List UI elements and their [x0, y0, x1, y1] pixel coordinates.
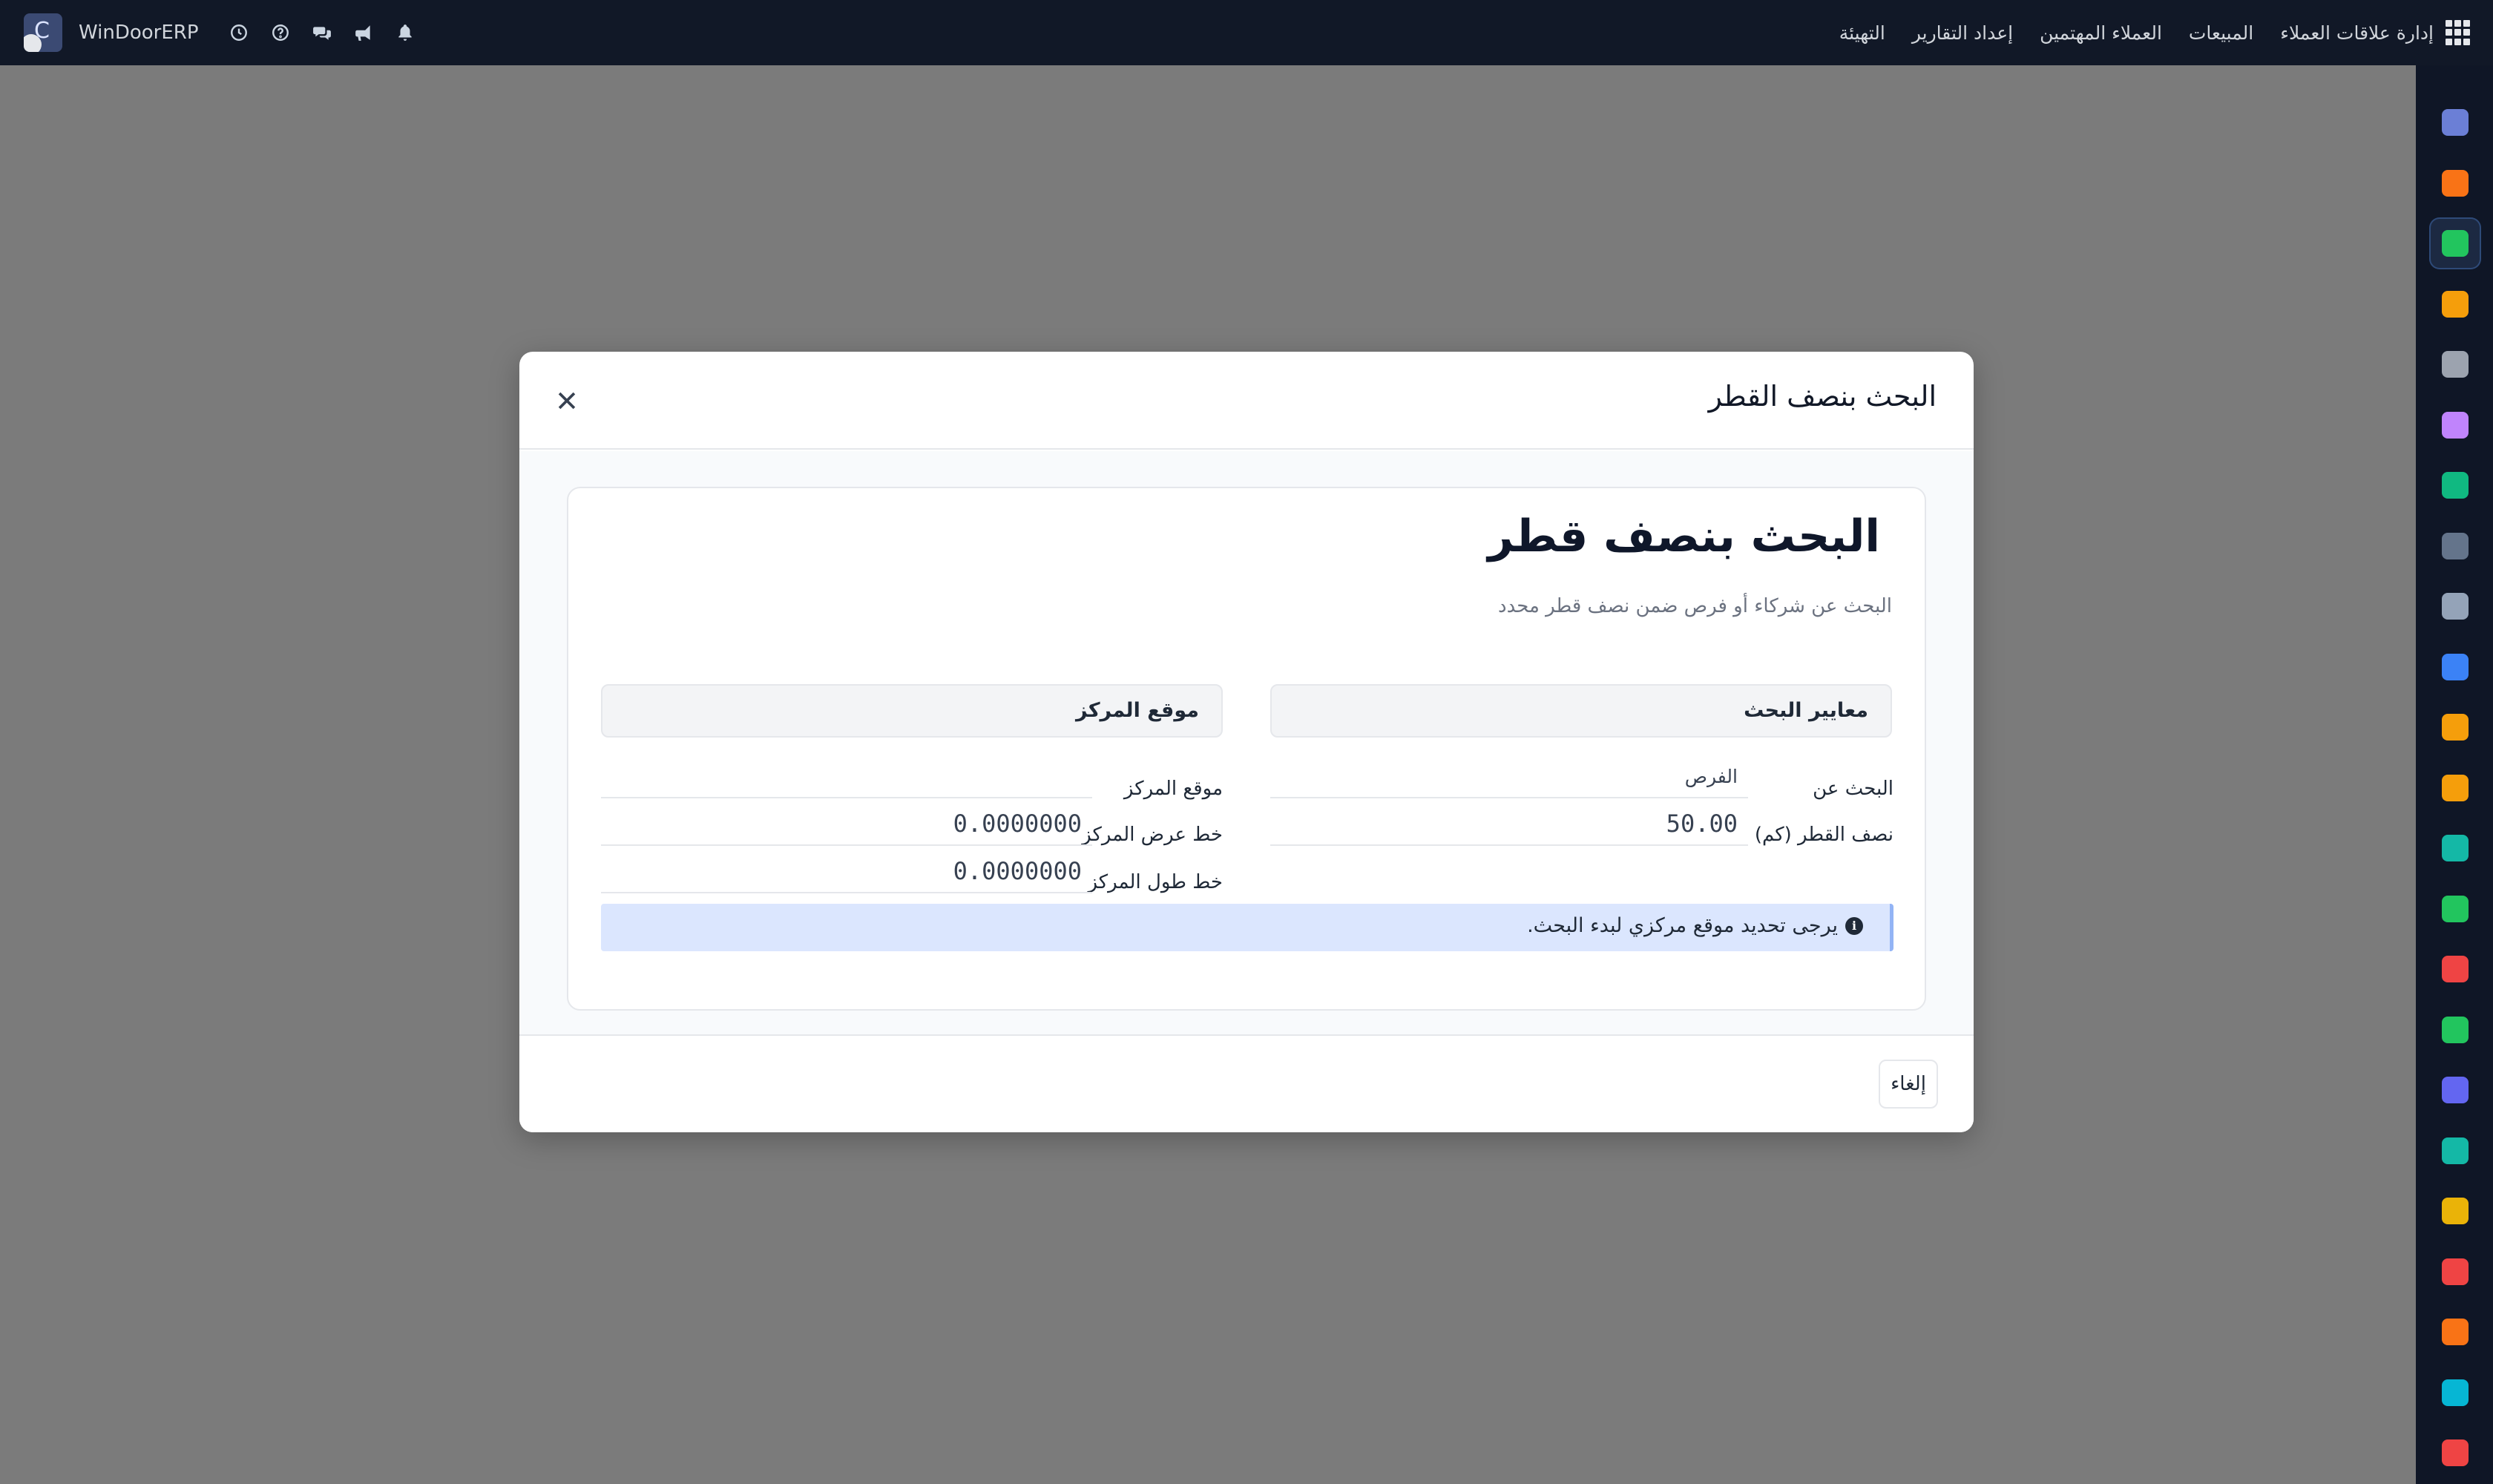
analytics-app-icon — [2442, 1379, 2469, 1406]
alert-text: يرجى تحديد موقع مركزي لبدء البحث. — [1527, 914, 1838, 937]
navbar-menu: إدارة علاقات العملاء المبيعات العملاء ال… — [1813, 0, 2471, 65]
menu-configuration[interactable]: التهيئة — [1839, 22, 1885, 44]
form-title: البحث بنصف قطر — [1488, 510, 1880, 562]
app-sidebar — [2416, 65, 2493, 1484]
megaphone-icon[interactable] — [343, 0, 384, 65]
dashboard-app-button[interactable] — [2429, 943, 2481, 995]
modal-title: البحث بنصف القطر — [1708, 380, 1937, 413]
discuss-app-button[interactable] — [2429, 157, 2481, 209]
tasks-app-icon — [2442, 472, 2469, 499]
modal-footer: إلغاء — [519, 1034, 1974, 1132]
bell-icon[interactable] — [384, 0, 426, 65]
calendar-app-icon — [2442, 774, 2469, 801]
hr-app-icon — [2442, 895, 2469, 922]
cancel-button[interactable]: إلغاء — [1879, 1060, 1938, 1109]
center-section-title: موقع المركز — [1076, 699, 1199, 722]
crm-app-icon — [2442, 230, 2469, 257]
mail-app-button[interactable] — [2429, 96, 2481, 148]
sales-app-icon — [2442, 290, 2469, 318]
documents-app-button[interactable] — [2429, 641, 2481, 693]
center-lat-input[interactable] — [601, 803, 1092, 846]
search-for-value: الفرص — [1684, 765, 1738, 787]
contacts-app-button[interactable] — [2429, 399, 2481, 451]
crm-app-button[interactable] — [2429, 217, 2481, 269]
menu-reporting[interactable]: إعداد التقارير — [1912, 22, 2013, 44]
center-location-input[interactable] — [601, 755, 1092, 798]
radius-input[interactable] — [1270, 803, 1748, 846]
helpdesk-app-button[interactable] — [2429, 520, 2481, 572]
calendar-app-button[interactable] — [2429, 762, 2481, 814]
modal-body: البحث بنصف قطر البحث عن شركاء أو فرص ضمن… — [519, 451, 1974, 1034]
employees-app-icon — [2442, 714, 2469, 741]
whatsapp-app-icon — [2442, 1016, 2469, 1043]
sales-app-button[interactable] — [2429, 278, 2481, 330]
center-section-header: موقع المركز — [601, 684, 1223, 738]
website-app-icon — [2442, 1137, 2469, 1164]
settings-app-icon — [2442, 1439, 2469, 1466]
helpdesk-app-icon — [2442, 532, 2469, 559]
center-lat-label: خط عرض المركز — [1082, 824, 1223, 846]
mail-app-icon — [2442, 109, 2469, 136]
criteria-section-header: معايير البحث — [1270, 684, 1892, 738]
menu-crm[interactable]: إدارة علاقات العملاء — [2280, 22, 2434, 44]
whatsapp-app-button[interactable] — [2429, 1004, 2481, 1056]
top-navbar: C WinDoorERP إدارة علاقات العملاء المبيع… — [0, 0, 2493, 65]
form-subtitle: البحث عن شركاء أو فرص ضمن نصف قطر محدد — [1497, 595, 1892, 617]
navbar-left: C WinDoorERP — [24, 0, 426, 65]
close-icon — [558, 392, 576, 410]
website-app-button[interactable] — [2429, 1125, 2481, 1177]
contacts-app-icon — [2442, 411, 2469, 439]
spreadsheet-app-button[interactable] — [2429, 1246, 2481, 1298]
menu-leads[interactable]: العملاء المهتمين — [2040, 22, 2162, 44]
modal-header: البحث بنصف القطر — [519, 352, 1974, 450]
documents-app-icon — [2442, 653, 2469, 680]
clock-icon[interactable] — [218, 0, 260, 65]
brand-name[interactable]: WinDoorERP — [79, 22, 199, 44]
timer-app-icon — [2442, 1077, 2469, 1103]
product-app-button[interactable] — [2429, 338, 2481, 390]
settings-app-button[interactable] — [2429, 1427, 2481, 1479]
inventory-app-button[interactable] — [2429, 580, 2481, 632]
sign-app-icon — [2442, 835, 2469, 861]
radius-label: نصف القطر (كم) — [1754, 824, 1893, 846]
employees-app-button[interactable] — [2429, 701, 2481, 753]
search-for-label: البحث عن — [1813, 778, 1893, 800]
help-icon[interactable] — [260, 0, 301, 65]
close-button[interactable] — [549, 383, 585, 418]
form-card: البحث بنصف قطر البحث عن شركاء أو فرص ضمن… — [567, 487, 1926, 1011]
brand-logo[interactable]: C — [24, 13, 62, 52]
menu-sales[interactable]: المبيعات — [2189, 22, 2253, 44]
modules-app-icon — [2442, 1319, 2469, 1345]
timer-app-button[interactable] — [2429, 1064, 2481, 1116]
telegram-app-icon — [2442, 1198, 2469, 1224]
product-app-icon — [2442, 351, 2469, 378]
info-alert: i يرجى تحديد موقع مركزي لبدء البحث. — [601, 904, 1893, 951]
sign-app-button[interactable] — [2429, 822, 2481, 874]
telegram-app-button[interactable] — [2429, 1185, 2481, 1237]
radius-search-dialog: البحث بنصف القطر البحث بنصف قطر البحث عن… — [519, 352, 1974, 1132]
modules-app-button[interactable] — [2429, 1306, 2481, 1358]
center-lng-label: خط طول المركز — [1088, 871, 1223, 893]
info-icon: i — [1845, 916, 1863, 935]
criteria-section-title: معايير البحث — [1744, 699, 1868, 722]
apps-grid-icon[interactable] — [2446, 20, 2471, 45]
center-location-label: موقع المركز — [1123, 778, 1223, 800]
chat-icon[interactable] — [301, 0, 343, 65]
spreadsheet-app-icon — [2442, 1258, 2469, 1285]
hr-app-button[interactable] — [2429, 883, 2481, 935]
dashboard-app-icon — [2442, 956, 2469, 982]
inventory-app-icon — [2442, 593, 2469, 620]
search-for-select[interactable]: الفرص — [1270, 755, 1748, 798]
discuss-app-icon — [2442, 169, 2469, 197]
tasks-app-button[interactable] — [2429, 459, 2481, 511]
analytics-app-button[interactable] — [2429, 1367, 2481, 1419]
center-lng-input[interactable] — [601, 850, 1092, 893]
